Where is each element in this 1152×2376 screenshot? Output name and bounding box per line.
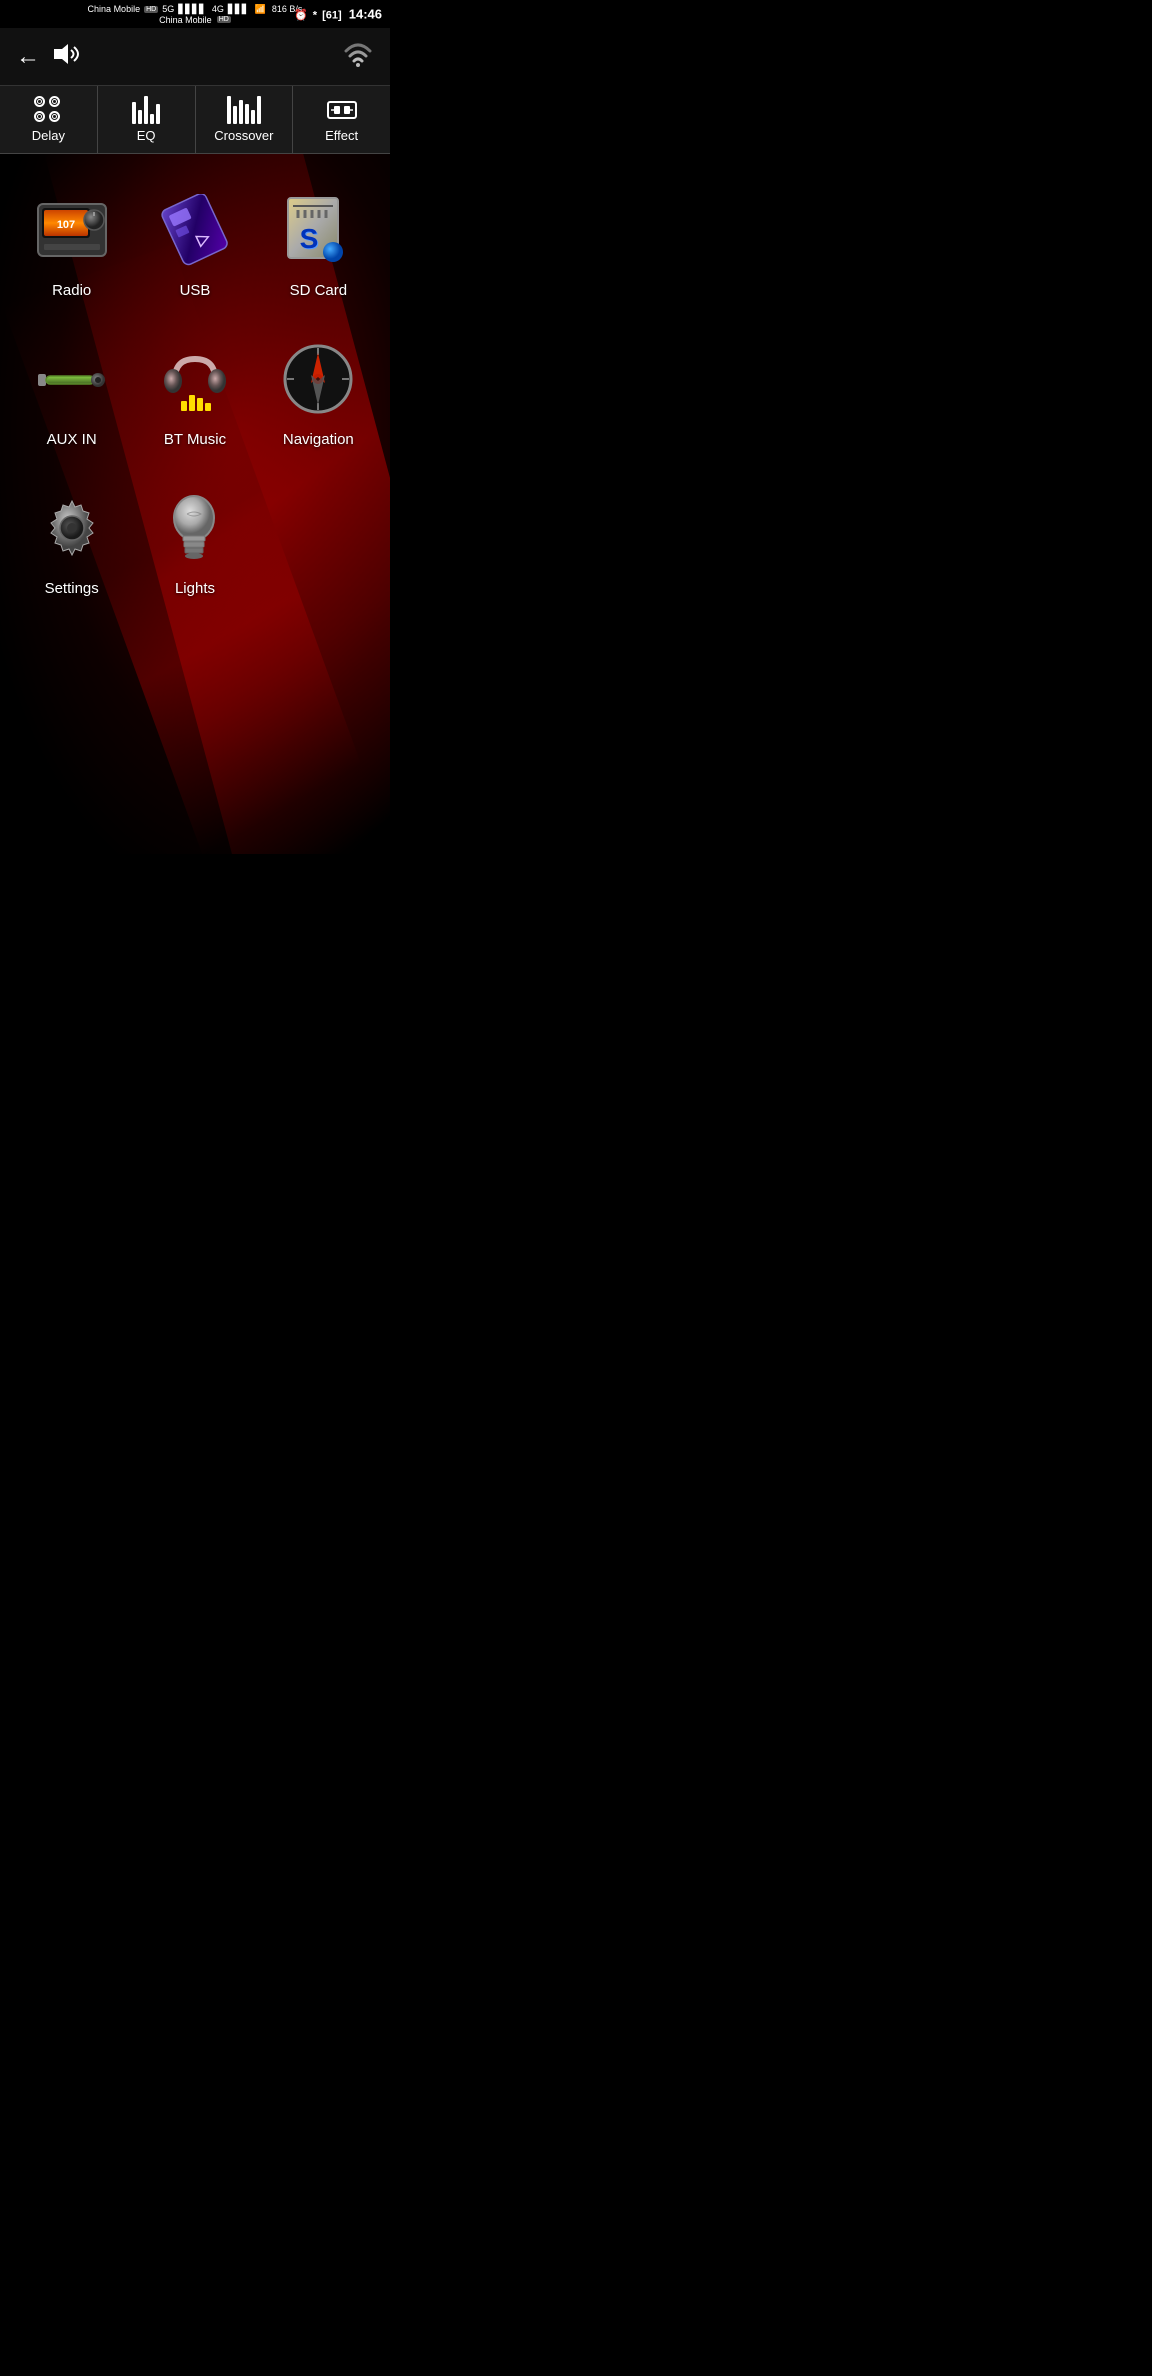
carrier1-name: China Mobile <box>88 4 141 14</box>
wifi-header-icon <box>342 41 374 67</box>
app-sdcard[interactable]: S SD Card <box>257 174 380 323</box>
navigation-label: Navigation <box>283 431 354 448</box>
tab-delay[interactable]: Delay <box>0 86 98 153</box>
crossover-icon <box>227 96 261 124</box>
auxin-label: AUX IN <box>47 431 97 448</box>
time-battery: ⏰ * [61] 14:46 <box>294 7 382 22</box>
app-settings[interactable]: Settings <box>10 472 133 621</box>
usb-label: USB <box>180 282 211 299</box>
tab-effect[interactable]: Effect <box>293 86 390 153</box>
usb-icon-svg: ▷ <box>161 194 229 266</box>
tab-eq-label: EQ <box>137 128 156 143</box>
carrier-row-1: China Mobile HD 5G ▋▋▋▋ 4G ▋▋▋ 📶 816 B/s <box>88 4 303 15</box>
wifi-icon: 📶 <box>255 4 266 15</box>
svg-text:S: S <box>300 223 319 254</box>
signal-bars-2: ▋▋▋ <box>228 4 249 15</box>
tab-delay-label: Delay <box>32 128 65 143</box>
svg-text:107: 107 <box>56 219 74 231</box>
navigation-icon <box>282 343 354 415</box>
carrier2-hd-badge: HD <box>217 16 231 23</box>
volume-button[interactable] <box>54 42 82 72</box>
radio-icon: 107 <box>36 194 108 266</box>
app-usb[interactable]: ▷ USB <box>133 174 256 323</box>
alarm-icon: ⏰ <box>294 10 308 22</box>
app-auxin[interactable]: AUX IN <box>10 323 133 472</box>
btmusic-icon-svg <box>159 343 231 415</box>
eq-icon <box>132 96 160 124</box>
settings-label: Settings <box>45 580 99 597</box>
battery-icon: [61] <box>322 10 342 22</box>
tab-crossover-label: Crossover <box>214 128 273 143</box>
btmusic-icon <box>159 343 231 415</box>
app-empty <box>257 472 380 621</box>
usb-icon: ▷ <box>159 194 231 266</box>
app-lights[interactable]: Lights <box>133 472 256 621</box>
main-content: 107 Radio <box>0 154 390 854</box>
settings-icon-svg <box>37 493 107 563</box>
sdcard-icon-svg: S <box>283 196 353 264</box>
lights-icon-svg <box>167 492 222 564</box>
effect-icon <box>326 96 358 124</box>
bluetooth-icon: * <box>313 10 317 22</box>
btmusic-label: BT Music <box>164 431 226 448</box>
tab-bar: Delay EQ Crossover <box>0 86 390 154</box>
header-left: ← <box>16 42 82 72</box>
lights-icon <box>159 492 231 564</box>
tab-effect-label: Effect <box>325 128 358 143</box>
auxin-icon-svg <box>36 352 108 407</box>
lights-label: Lights <box>175 580 215 597</box>
delay-icon <box>34 96 62 124</box>
carrier2-name: China Mobile <box>159 15 212 25</box>
app-grid: 107 Radio <box>0 154 390 641</box>
tab-crossover[interactable]: Crossover <box>196 86 294 153</box>
tab-eq[interactable]: EQ <box>98 86 196 153</box>
navigation-icon-svg <box>282 343 354 415</box>
clock: 14:46 <box>349 7 382 22</box>
carrier-info: China Mobile HD 5G ▋▋▋▋ 4G ▋▋▋ 📶 816 B/s… <box>88 4 303 25</box>
network-4g: 4G <box>212 4 224 14</box>
sdcard-label: SD Card <box>290 282 348 299</box>
header-right <box>342 41 374 72</box>
volume-icon-svg <box>54 42 82 66</box>
app-radio[interactable]: 107 Radio <box>10 174 133 323</box>
carrier1-hd-badge: HD <box>144 6 158 13</box>
radio-icon-svg: 107 <box>36 200 108 260</box>
settings-icon <box>36 492 108 564</box>
header: ← <box>0 28 390 86</box>
app-btmusic[interactable]: BT Music <box>133 323 256 472</box>
signal-bars-1: ▋▋▋▋ <box>178 4 206 15</box>
auxin-icon <box>36 343 108 415</box>
network-5g: 5G <box>162 4 174 14</box>
radio-label: Radio <box>52 282 91 299</box>
carrier-row-2: China Mobile HD <box>159 15 231 25</box>
sdcard-icon: S <box>282 194 354 266</box>
app-navigation[interactable]: Navigation <box>257 323 380 472</box>
status-bar: China Mobile HD 5G ▋▋▋▋ 4G ▋▋▋ 📶 816 B/s… <box>0 0 390 28</box>
back-button[interactable]: ← <box>16 43 40 71</box>
